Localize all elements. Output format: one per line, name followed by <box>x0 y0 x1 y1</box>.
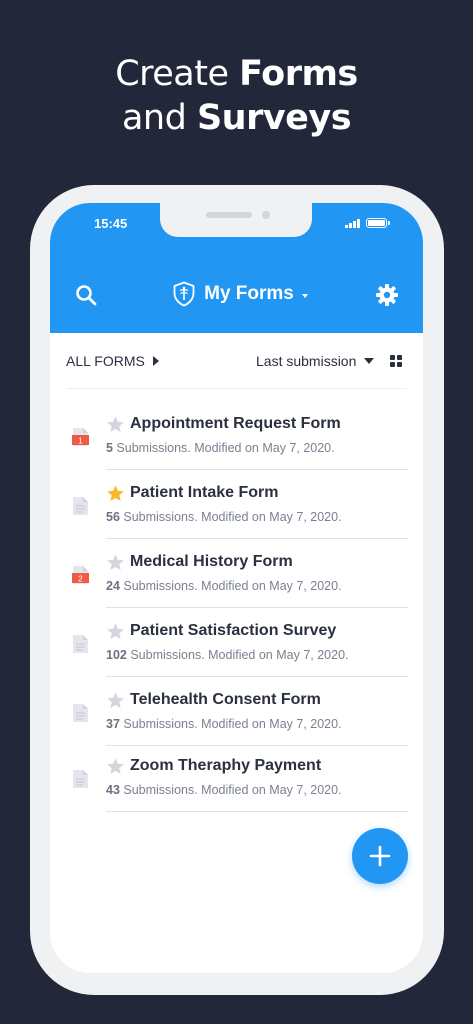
form-meta: 37 Submissions. Modified on May 7, 2020. <box>106 717 342 731</box>
caret-right-icon <box>152 356 159 366</box>
form-meta: 5 Submissions. Modified on May 7, 2020. <box>106 441 335 455</box>
form-list-item[interactable]: 2 Medical History Form 24 Submissions. Mod… <box>66 539 408 608</box>
star-icon[interactable] <box>106 757 125 776</box>
submission-count: 5 <box>106 441 113 455</box>
headline-line-2: and Surveys <box>121 98 352 138</box>
form-meta-text: Submissions. Modified on May 7, 2020. <box>112 441 335 455</box>
form-list-item[interactable]: 1 Appointment Request Form 5 Submissions. … <box>66 401 408 470</box>
add-form-button[interactable] <box>352 828 408 884</box>
star-icon[interactable] <box>106 691 125 710</box>
status-time: 15:45 <box>94 216 128 231</box>
form-title: Patient Intake Form <box>130 484 279 501</box>
form-meta: 56 Submissions. Modified on May 7, 2020. <box>106 510 342 524</box>
form-meta-text: Submissions. Modified on May 7, 2020. <box>126 648 349 662</box>
status-icons <box>345 218 390 228</box>
form-meta-text: Submissions. Modified on May 7, 2020. <box>119 510 342 524</box>
document-icon <box>73 497 88 515</box>
form-title: Patient Satisfaction Survey <box>130 622 337 639</box>
promo-headline: Create Forms and Surveys <box>0 52 473 140</box>
form-meta-text: Submissions. Modified on May 7, 2020. <box>119 717 342 731</box>
chevron-down-icon <box>301 294 308 298</box>
new-submission-badge: 2 <box>78 574 83 583</box>
submission-count: 56 <box>106 510 120 524</box>
document-icon <box>73 635 88 653</box>
speaker-grille <box>206 212 252 218</box>
front-camera <box>262 211 270 219</box>
gear-icon <box>376 284 398 306</box>
form-row-content: Appointment Request Form 5 Submissions. M… <box>106 401 408 470</box>
headline-line-1: Create Forms <box>115 54 358 94</box>
sort-dropdown[interactable]: Last submission <box>256 353 375 369</box>
submission-count: 24 <box>106 579 120 593</box>
form-list-item[interactable]: Telehealth Consent Form 37 Submissions. M… <box>66 677 408 746</box>
submission-count: 102 <box>106 648 127 662</box>
form-meta: 102 Submissions. Modified on May 7, 2020… <box>106 648 349 662</box>
submission-count: 43 <box>106 783 120 797</box>
filter-bar: ALL FORMS Last submission <box>66 333 407 389</box>
app-screen: 15:45 My Forms ALL FORMS Last submission… <box>50 203 423 973</box>
form-list-item[interactable]: Patient Satisfaction Survey 102 Submissio… <box>66 608 408 677</box>
phone-notch <box>160 203 312 237</box>
document-icon <box>73 770 88 788</box>
form-row-content: Zoom Theraphy Payment 43 Submissions. Mod… <box>106 743 408 812</box>
search-icon <box>76 285 97 306</box>
star-icon[interactable] <box>106 622 125 641</box>
submission-count: 37 <box>106 717 120 731</box>
new-submission-badge: 1 <box>78 436 83 445</box>
all-forms-filter[interactable]: ALL FORMS <box>66 353 159 369</box>
form-meta-text: Submissions. Modified on May 7, 2020. <box>119 783 342 797</box>
form-title: Appointment Request Form <box>130 415 341 432</box>
form-meta: 43 Submissions. Modified on May 7, 2020. <box>106 783 342 797</box>
form-switcher[interactable]: My Forms <box>150 279 330 309</box>
form-row-content: Telehealth Consent Form 37 Submissions. M… <box>106 677 408 746</box>
document-icon: 2 <box>72 566 89 584</box>
document-icon <box>73 704 88 722</box>
settings-button[interactable] <box>375 283 399 307</box>
grid-view-icon[interactable] <box>390 355 403 368</box>
form-row-content: Medical History Form 24 Submissions. Modi… <box>106 539 408 608</box>
form-title: Zoom Theraphy Payment <box>130 757 322 774</box>
form-meta-text: Submissions. Modified on May 7, 2020. <box>119 579 342 593</box>
battery-icon <box>366 218 390 228</box>
form-title: Medical History Form <box>130 553 293 570</box>
form-list-item[interactable]: Patient Intake Form 56 Submissions. Modif… <box>66 470 408 539</box>
all-forms-label: ALL FORMS <box>66 353 145 369</box>
document-icon: 1 <box>72 428 89 446</box>
signal-icon <box>345 218 360 228</box>
star-icon[interactable] <box>106 415 125 434</box>
search-button[interactable] <box>74 283 98 307</box>
shield-logo-icon <box>173 281 195 307</box>
form-title: Telehealth Consent Form <box>130 691 321 708</box>
form-row-content: Patient Intake Form 56 Submissions. Modif… <box>106 470 408 539</box>
plus-icon <box>369 845 391 867</box>
sort-label: Last submission <box>256 353 357 369</box>
star-icon[interactable] <box>106 484 125 503</box>
caret-down-icon <box>364 358 375 364</box>
form-meta: 24 Submissions. Modified on May 7, 2020. <box>106 579 342 593</box>
form-list-item[interactable]: Zoom Theraphy Payment 43 Submissions. Mod… <box>66 743 408 812</box>
star-icon[interactable] <box>106 553 125 572</box>
app-title: My Forms <box>204 283 294 304</box>
app-bar: 15:45 My Forms <box>50 203 423 333</box>
form-row-content: Patient Satisfaction Survey 102 Submissio… <box>106 608 408 677</box>
